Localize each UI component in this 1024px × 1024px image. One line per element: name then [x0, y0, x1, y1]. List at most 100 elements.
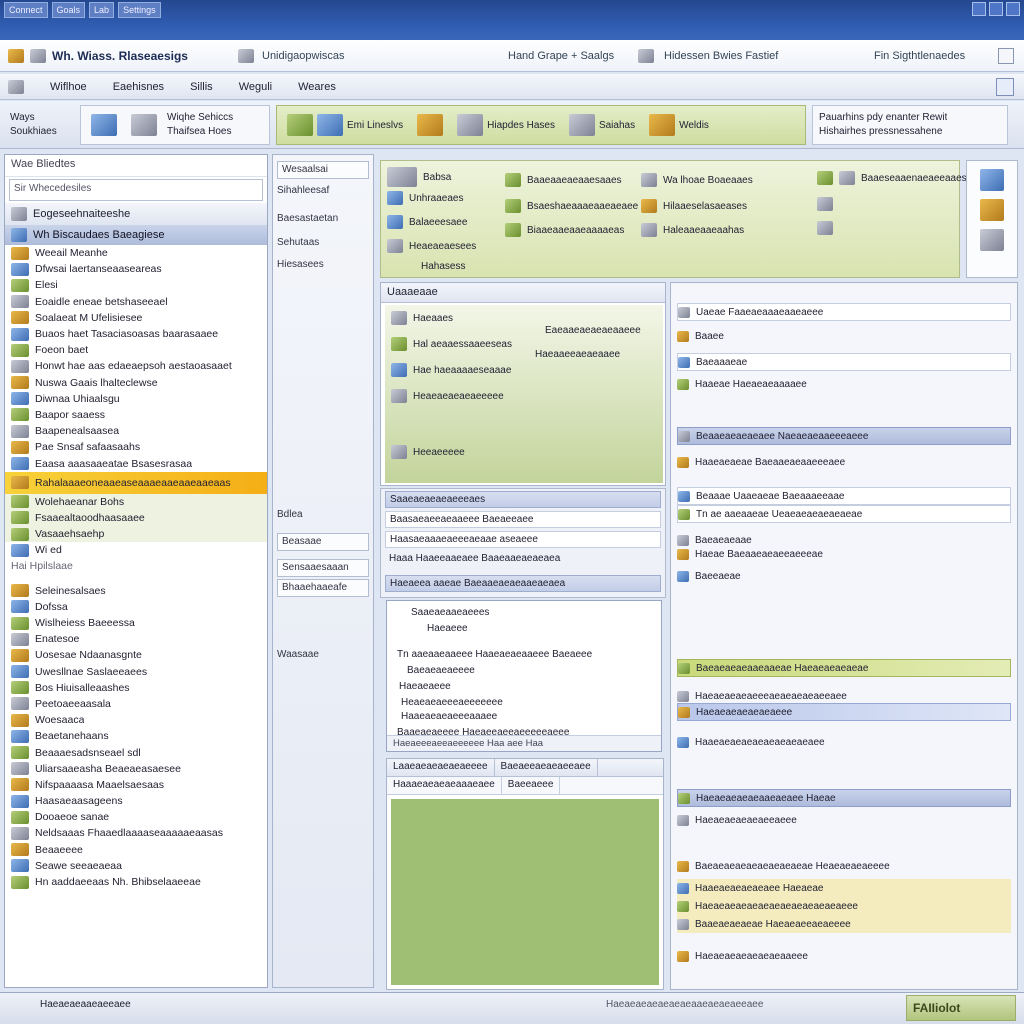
detail-row[interactable]: Tn ae aaeaaeae Ueaeaeaeaeaeaeae: [677, 505, 1011, 523]
menu-item[interactable]: Sillis: [190, 81, 213, 93]
list-item[interactable]: Fsaaealtaoodhaasaaee: [5, 509, 267, 526]
maximize-button[interactable]: [989, 2, 1003, 16]
list-item[interactable]: Seleinesalsaes: [5, 583, 267, 599]
list-item[interactable]: Uliarsaaeasha Beaeaeasaesee: [5, 761, 267, 777]
ribbon-button[interactable]: Weldis: [645, 112, 713, 138]
detail-row[interactable]: Haeaeaeaeaeaeaeaaeee: [677, 947, 1011, 965]
preview-item[interactable]: Wa lhoae Boaeaaes: [641, 173, 753, 187]
ribbon-label[interactable]: Wiqhe Sehiccs: [167, 111, 233, 125]
tree-item[interactable]: Baeaeaeaeeee: [407, 665, 475, 676]
nav-item[interactable]: Bhaaehaaeafe: [277, 579, 369, 597]
list-item[interactable]: Baapor saaess: [5, 407, 267, 423]
globe-icon[interactable]: [238, 48, 254, 63]
title-menu-item[interactable]: Connect: [4, 2, 48, 18]
tree-item[interactable]: Haaeaeaeaeeeaaaee: [401, 711, 497, 722]
ribbon-button[interactable]: Saiahas: [565, 112, 639, 138]
nav-item[interactable]: Wesaalsai: [277, 161, 369, 179]
ribbon-label[interactable]: Ways: [10, 111, 57, 125]
list-item-selected[interactable]: Rahalaaaeoneaaeaseaaaeaaeaaeaaeaas: [5, 471, 267, 494]
preview-item[interactable]: Balaeeesaee: [387, 215, 467, 229]
list-item[interactable]: Eaasa aaasaaeatae Bsasesrasaa: [5, 455, 267, 471]
list-item[interactable]: Nuswa Gaais lhalteclewse: [5, 375, 267, 391]
detail-row[interactable]: Beaaae Uaaeaeae Baeaaaeeaae: [677, 487, 1011, 505]
preview-item[interactable]: Heaeaeaesees: [387, 239, 476, 253]
ribbon-label[interactable]: Hishairhes pressnessahene: [819, 125, 947, 139]
list-item[interactable]: Baapenealsaasea: [5, 423, 267, 439]
detail-row[interactable]: Haeaeaeaeaeaeaeee: [677, 703, 1011, 721]
list-item[interactable]: Dooaeoe sanae: [5, 809, 267, 825]
detail-row[interactable]: Haaeaeaeae Baeaaeaeaaeeeaee: [677, 453, 1011, 471]
form-field[interactable]: Haasaeaaaeaeeeaeaae aseaeee: [385, 531, 661, 548]
preview-item[interactable]: Biaaeaaeaaeaaaaeas: [505, 223, 624, 237]
search-input[interactable]: Sir Whecedesiles: [9, 179, 263, 201]
minimize-button[interactable]: [972, 2, 986, 16]
detail-row[interactable]: Baaeaeaeaeae Haeaeaeeaeaeeee: [677, 915, 1011, 933]
nav-item[interactable]: Sihahleesaf: [277, 185, 369, 196]
menu-item[interactable]: Weguli: [239, 81, 272, 93]
canvas-area[interactable]: [391, 799, 659, 985]
pin-icon[interactable]: [998, 48, 1014, 64]
detail-row[interactable]: Haeaeaeaeaeaaeaeaee Haeae: [677, 789, 1011, 807]
list-item[interactable]: Elesi: [5, 277, 267, 293]
nav-item[interactable]: Baesastaetan: [277, 213, 369, 224]
close-button[interactable]: [1006, 2, 1020, 16]
detail-row[interactable]: Baeaeaeaeaeaeaeaeaeae Heaeaeaeaeeee: [677, 857, 1011, 875]
list-item[interactable]: Bos Hiuisalleaashes: [5, 680, 267, 696]
menu-item[interactable]: Wiflhoe: [50, 81, 87, 93]
detail-row[interactable]: Haeaeaeaeaeaeaeaeaeaeaeaeaeee: [677, 897, 1011, 915]
tree-item[interactable]: Haeaeaeee: [399, 681, 451, 692]
list-item[interactable]: Haasaeaasageens: [5, 793, 267, 809]
toolbar-label-2[interactable]: Hidessen Bwies Fastief: [664, 50, 844, 62]
ribbon-button[interactable]: Hiapdes Hases: [453, 112, 559, 138]
list-item[interactable]: Soalaeat M Ufelisiesee: [5, 310, 267, 326]
content-row[interactable]: Hae haeaaaaeseaaae: [391, 363, 511, 377]
list-item[interactable]: Enatesoe: [5, 631, 267, 647]
ribbon-button[interactable]: Emi Lineslvs: [283, 112, 407, 138]
content-row[interactable]: Heeaeeeee: [391, 445, 465, 459]
folder-icon[interactable]: [8, 48, 24, 63]
list-item[interactable]: Wi ed: [5, 542, 267, 558]
tree-item[interactable]: Saaeaeaaeaeees: [411, 607, 489, 618]
tab[interactable]: Baeaeeaeaeaeeaee: [495, 759, 598, 776]
preview-item[interactable]: Bsaeshaeaaaeaaeaeaee: [505, 199, 638, 213]
form-field[interactable]: Baasaeaeeaeaaeee Baeaeeaee: [385, 511, 661, 528]
folder-icon[interactable]: [980, 199, 1004, 221]
tree-item[interactable]: Heaeaeaeeeaeeeeeee: [401, 697, 503, 708]
content-row[interactable]: Haeaaes: [391, 311, 453, 325]
list-item[interactable]: Hn aaddaeeaas Nh. Bhibselaaeeae: [5, 874, 267, 890]
preview-item[interactable]: Baaeseaaenaeaeeaaes: [817, 171, 967, 185]
title-menu-item[interactable]: Lab: [89, 2, 115, 18]
list-item[interactable]: Beaaaesadsnseael sdl: [5, 744, 267, 760]
list-item[interactable]: Eoaidle eneae betshaseeael: [5, 294, 267, 310]
list-item[interactable]: Vasaaehsaehp: [5, 526, 267, 543]
app-menu-icon[interactable]: [8, 79, 24, 94]
tree-item[interactable]: Haeaeee: [427, 623, 468, 634]
detail-row[interactable]: Baaee: [677, 327, 1011, 345]
column-label[interactable]: Haaaeaeaeaeaaaeaee: [387, 777, 502, 794]
detail-row[interactable]: Haaeaeaeaeaeaeaeaeaeaee: [677, 733, 1011, 751]
list-item[interactable]: Pae Snsaf safaasaahs: [5, 439, 267, 455]
list-item[interactable]: Buaos haet Tasaciasoasas baarasaaee: [5, 326, 267, 342]
detail-row[interactable]: Haaeae Haeaeaeaaaaee: [677, 375, 1011, 393]
preview-item[interactable]: Unhraaeaes: [387, 191, 463, 205]
list-item[interactable]: Woesaaca: [5, 712, 267, 728]
detail-row[interactable]: Uaeae Faaeaeaaaeaaeaeee: [677, 303, 1011, 321]
list-item[interactable]: Honwt hae aas edaeaepsoh aestaoasaaet: [5, 358, 267, 374]
list-item[interactable]: Dofssa: [5, 599, 267, 615]
detail-row[interactable]: Haaeaeaeaeaeaee Haeaeae: [677, 879, 1011, 897]
ribbon-label[interactable]: Thaifsea Hoes: [167, 125, 233, 139]
list-item[interactable]: Uosesae Ndaanasgnte: [5, 647, 267, 663]
list-item[interactable]: Peetoaeeaasala: [5, 696, 267, 712]
ribbon-button[interactable]: [413, 112, 447, 138]
detail-row[interactable]: Haeaeaeaeaeaeeaeee: [677, 811, 1011, 829]
ribbon-label[interactable]: Soukhiaes: [10, 125, 57, 139]
list-item[interactable]: Wolehaeanar Bohs: [5, 493, 267, 510]
list-item[interactable]: Weeail Meanhe: [5, 245, 267, 261]
preview-item[interactable]: Baaeaaeaeaaesaaes: [505, 173, 622, 187]
ribbon-button[interactable]: [87, 112, 121, 138]
detail-row[interactable]: Baeaaaeae: [677, 353, 1011, 371]
ribbon-label[interactable]: Pauarhins pdy enanter Rewit: [819, 111, 947, 125]
preview-item[interactable]: [817, 197, 833, 211]
list-item[interactable]: Beaaeeee: [5, 842, 267, 858]
content-row[interactable]: Haeaaeeaeaeaaee: [535, 349, 620, 360]
